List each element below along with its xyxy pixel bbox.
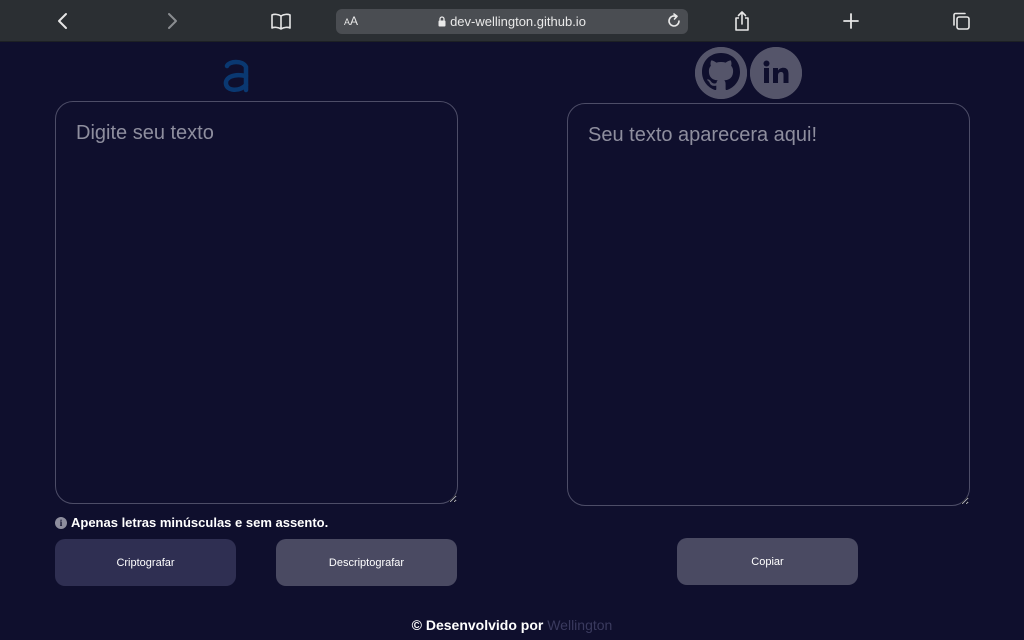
back-icon[interactable] [50,8,76,34]
decrypt-button[interactable]: Descriptografar [276,539,457,586]
footer-prefix: © Desenvolvido por [411,617,544,633]
copy-button[interactable]: Copiar [677,538,858,585]
linkedin-icon[interactable] [750,47,802,99]
hint-label: Apenas letras minúsculas e sem assento. [71,515,329,530]
tabs-icon[interactable] [948,8,974,34]
github-icon[interactable] [695,47,747,99]
forward-icon[interactable] [159,8,185,34]
info-icon: i [55,516,67,529]
logo-icon [221,52,251,96]
encrypt-button[interactable]: Criptografar [55,539,236,586]
share-icon[interactable] [729,8,755,34]
lock-icon [438,15,446,30]
bookmarks-icon[interactable] [268,8,294,34]
footer: © Desenvolvido por Wellington [0,617,1024,633]
url-display: dev-wellington.github.io [336,14,688,30]
author-link[interactable]: Wellington [547,617,612,633]
input-textarea[interactable] [55,101,458,504]
hint-text: i Apenas letras minúsculas e sem assento… [55,515,328,530]
reload-icon[interactable] [665,12,683,30]
browser-toolbar: AA dev-wellington.github.io [0,0,1024,42]
plus-icon[interactable] [838,8,864,34]
address-bar[interactable]: AA dev-wellington.github.io [336,9,688,34]
url-text: dev-wellington.github.io [450,14,586,29]
output-textarea[interactable] [567,103,970,506]
